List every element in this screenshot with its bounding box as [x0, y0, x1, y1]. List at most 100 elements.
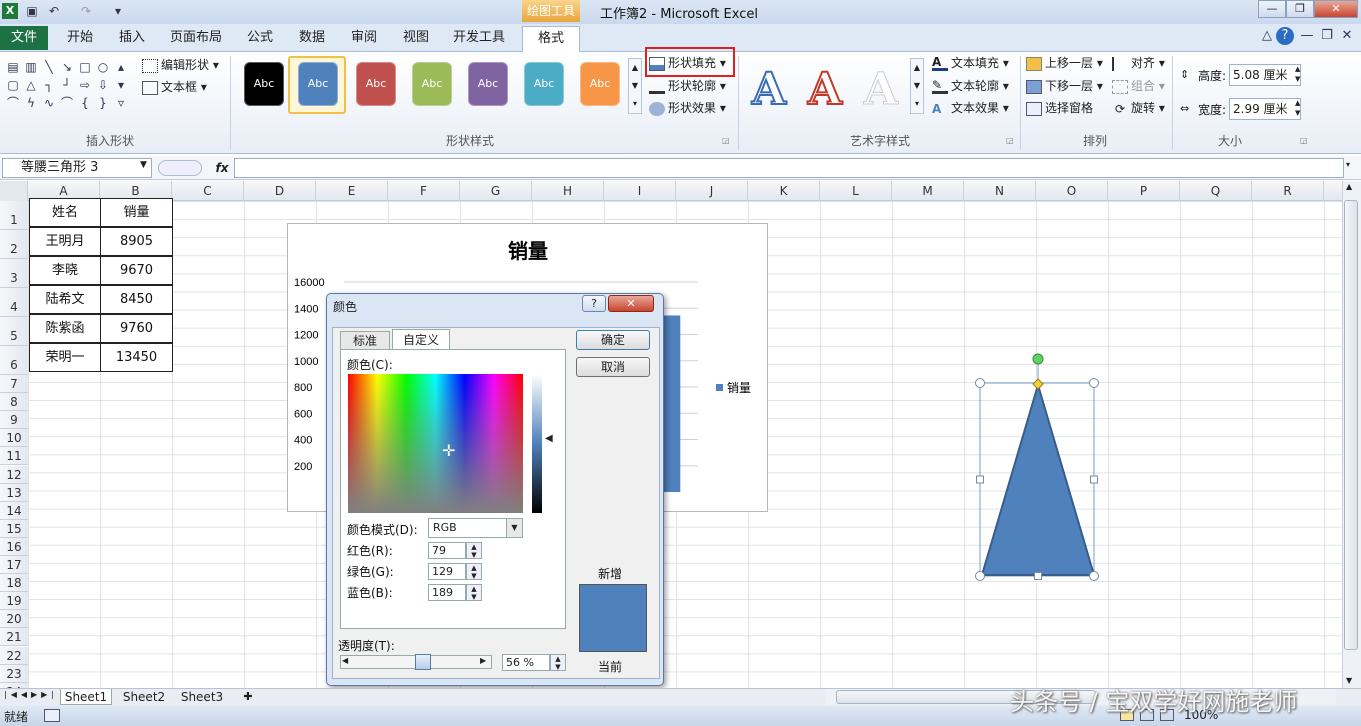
style-gallery-scroll[interactable]: ▲ ▼ ▾ [628, 58, 642, 114]
row-header[interactable]: 17 [0, 556, 28, 574]
column-header[interactable]: L [820, 181, 892, 201]
resize-handle[interactable] [976, 475, 984, 484]
resize-handle[interactable] [1089, 571, 1099, 581]
shape-style-swatch-red[interactable]: Abc [356, 62, 396, 106]
transparency-input[interactable]: 56 % [502, 654, 550, 671]
insert-function-icon[interactable]: fx [210, 158, 234, 178]
ok-button[interactable]: 确定 [576, 330, 650, 350]
row-header[interactable]: 12 [0, 465, 28, 484]
formula-bar-splitter[interactable] [158, 160, 202, 176]
column-header[interactable]: J [676, 181, 748, 201]
expand-formula-icon[interactable]: ▾ [1346, 160, 1350, 169]
resize-handle[interactable] [1090, 475, 1098, 484]
name-box-dropdown-icon[interactable]: ▼ [140, 160, 147, 170]
color-spectrum[interactable] [348, 374, 523, 513]
rounded-rect-shape-icon[interactable]: ▢ [5, 77, 21, 93]
text-outline-button[interactable]: ✎ 文本轮廓 ▾ [932, 76, 1009, 96]
column-header[interactable]: C [172, 181, 244, 201]
dialog-close-button[interactable]: ✕ [608, 295, 654, 312]
tab-standard[interactable]: 标准 [340, 331, 390, 350]
column-header[interactable]: D [244, 181, 316, 201]
arc-shape-icon[interactable]: ⌒ [59, 95, 75, 111]
tab-format[interactable]: 格式 [522, 26, 580, 52]
text-fill-button[interactable]: A 文本填充 ▾ [932, 53, 1009, 73]
row-header[interactable]: 4 [0, 288, 28, 317]
bring-forward-button[interactable]: 上移一层 ▾ [1026, 53, 1103, 73]
column-header[interactable]: P [1108, 181, 1180, 201]
row-header[interactable]: 18 [0, 574, 28, 593]
table-cell[interactable]: 荣明一 [29, 343, 101, 372]
red-spinner[interactable]: ▲ ▼ [466, 542, 482, 559]
rotate-button[interactable]: ⟳ 旋转 ▾ [1112, 98, 1165, 118]
sheet-nav-icons[interactable]: |◀◀▶▶| [4, 690, 58, 699]
sheet-tab-sheet1[interactable]: Sheet1 [60, 689, 112, 705]
connector-shape-icon[interactable]: ┐ [41, 77, 57, 93]
transparency-thumb[interactable] [415, 654, 431, 670]
elbow-connector-shape-icon[interactable]: ┘ [59, 77, 75, 93]
dialog-launcher-icon[interactable]: ◲ [722, 136, 730, 145]
height-spinner[interactable]: ▲ ▼ [1295, 64, 1300, 84]
right-brace-shape-icon[interactable]: } [95, 95, 111, 111]
row-header[interactable]: 9 [0, 411, 28, 430]
shape-style-swatch-green[interactable]: Abc [412, 62, 452, 106]
column-header[interactable]: N [964, 181, 1036, 201]
macro-record-icon[interactable] [44, 709, 60, 722]
row-header[interactable]: 3 [0, 259, 28, 288]
shape-style-swatch-aqua[interactable]: Abc [524, 62, 564, 106]
textbox-shape-icon[interactable]: ▤ [5, 59, 21, 75]
close-icon[interactable]: ✕ [1314, 0, 1358, 18]
excel-logo-icon[interactable]: X [2, 3, 18, 19]
table-cell[interactable]: 9760 [100, 314, 173, 343]
luminance-pointer-icon[interactable]: ◀ [545, 433, 553, 444]
row-header[interactable]: 10 [0, 429, 28, 448]
left-brace-shape-icon[interactable]: { [77, 95, 93, 111]
tab-data[interactable]: 数据 [290, 26, 334, 50]
close-workbook-icon[interactable]: ✕ [1338, 27, 1356, 45]
shape-style-swatch-black[interactable]: Abc [244, 62, 284, 106]
column-header[interactable]: O [1036, 181, 1108, 201]
row-header[interactable]: 6 [0, 346, 28, 375]
row-header[interactable]: 16 [0, 537, 28, 556]
column-header[interactable]: Q [1180, 181, 1252, 201]
column-header[interactable]: F [388, 181, 460, 201]
table-cell[interactable]: 8905 [100, 227, 173, 256]
resize-handle[interactable] [1034, 572, 1042, 580]
column-header[interactable]: E [316, 181, 388, 201]
table-cell[interactable]: 李晓 [29, 256, 101, 285]
slider-right-icon[interactable]: ▶ [480, 656, 486, 665]
freeform-shape-icon[interactable]: ⌒ [5, 95, 21, 111]
expand-shapes-icon[interactable]: ▾ [113, 77, 129, 93]
row-header[interactable]: 11 [0, 447, 28, 466]
save-icon[interactable]: ▣ [24, 3, 40, 19]
resize-handle[interactable] [1089, 378, 1099, 388]
wordart-light-outline[interactable]: A [858, 64, 904, 116]
row-header[interactable]: 7 [0, 375, 28, 393]
dialog-help-button[interactable]: ? [582, 295, 606, 312]
sheet-tab-sheet2[interactable]: Sheet2 [118, 689, 170, 705]
shapes-dropdown-icon[interactable]: ▿ [113, 95, 129, 111]
scroll-down-icon[interactable]: ▼ [1346, 676, 1352, 685]
table-cell[interactable]: 王明月 [29, 227, 101, 256]
name-box[interactable]: 等腰三角形 3 [2, 158, 152, 178]
row-header[interactable]: 15 [0, 519, 28, 538]
table-header-name[interactable]: 姓名 [29, 198, 101, 227]
luminance-slider[interactable] [532, 374, 542, 513]
wordart-blue-outline[interactable]: A [746, 63, 792, 116]
redo-icon[interactable]: ↷ [78, 3, 94, 19]
minimize-icon[interactable]: — [1258, 0, 1286, 18]
red-input[interactable]: 79 [428, 542, 466, 559]
lightning-shape-icon[interactable]: ϟ [23, 95, 39, 111]
group-button[interactable]: 组合 ▾ [1112, 76, 1165, 96]
row-header[interactable]: 19 [0, 592, 28, 611]
tab-insert[interactable]: 插入 [110, 26, 154, 50]
transparency-spinner[interactable]: ▲ ▼ [550, 654, 566, 671]
more-shapes-icon[interactable]: ▴ [113, 59, 129, 75]
shape-style-swatch-orange[interactable]: Abc [580, 62, 620, 106]
adjust-handle[interactable] [1032, 378, 1044, 390]
row-header[interactable]: 1 [0, 201, 28, 230]
restore-workbook-icon[interactable]: ❐ [1318, 27, 1336, 45]
shape-outline-button[interactable]: 形状轮廓 ▾ [649, 76, 726, 96]
green-spinner[interactable]: ▲ ▼ [466, 563, 482, 580]
resize-handle[interactable] [975, 571, 985, 581]
column-header[interactable]: G [460, 181, 532, 201]
